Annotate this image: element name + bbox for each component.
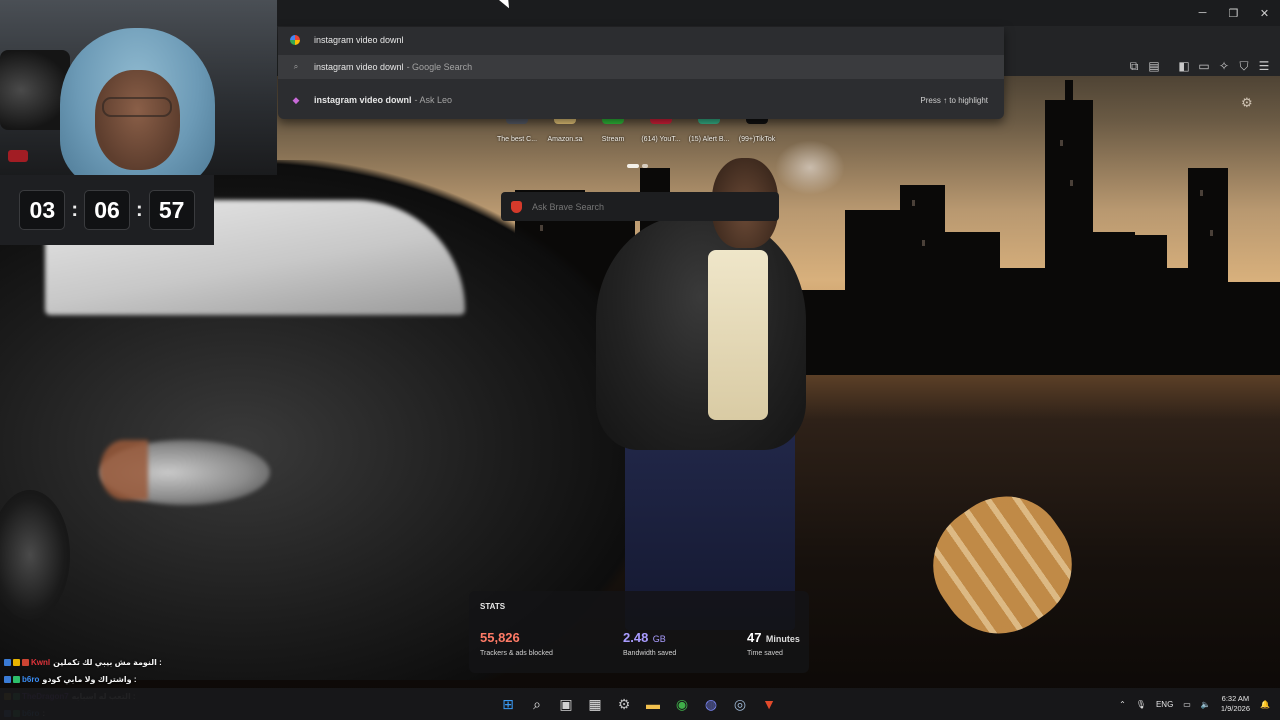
vpn-shield-icon[interactable]: ⛉ <box>1236 58 1252 74</box>
discord-icon[interactable]: ◍ <box>700 693 722 715</box>
timer-separator: : <box>71 198 78 221</box>
brave-lion-icon <box>511 200 522 213</box>
stat-trackers: 55,826 Trackers & ads blocked <box>480 629 553 657</box>
timer-hours: 03 <box>19 190 66 230</box>
microphone-icon[interactable]: 🎙 <box>1136 700 1146 709</box>
windows-taskbar: ⊞ ⌕ ▣ ▦ ⚙ ▬ ◉ ◍ ◎ ▼ ⌃ 🎙 ENG ▭ 🔈 6:32 AM 1/9/2026 … <box>0 688 1280 720</box>
menu-icon[interactable]: ☰ <box>1256 58 1272 74</box>
minimize-button[interactable]: ─ <box>1187 0 1218 26</box>
mic-accent <box>8 150 28 162</box>
suggestion-text: instagram video downl <box>314 62 404 72</box>
address-input[interactable] <box>314 35 914 45</box>
clock-time: 6:32 AM <box>1221 694 1250 703</box>
chat-author: b6ro <box>22 675 40 684</box>
window-controls: ─ ❐ ✕ <box>1187 0 1280 26</box>
chat-badge-icon <box>13 676 20 683</box>
task-view-icon[interactable]: ▣ <box>555 693 577 715</box>
webcam-feed <box>0 0 277 175</box>
stat-bandwidth-value: 2.48 <box>623 630 649 645</box>
timer-minutes: 06 <box>84 190 130 230</box>
brave-search-box[interactable] <box>501 192 779 221</box>
car-indicator-light <box>100 440 148 500</box>
chat-badge-icon <box>4 659 11 666</box>
top-sites-pager <box>627 164 648 168</box>
top-site-label: (99+)TikTok <box>738 136 776 143</box>
top-site-label: (15) Alert B... <box>688 136 730 143</box>
pager-dot[interactable] <box>642 164 648 168</box>
stat-trackers-value: 55,826 <box>480 630 520 645</box>
notification-bell-icon[interactable]: 🔔 <box>1260 700 1270 709</box>
sidebar-icon[interactable]: ◧ <box>1176 58 1192 74</box>
stat-bandwidth-label: Bandwidth saved <box>623 650 677 657</box>
stream-timer: 03 : 06 : 57 <box>0 175 214 245</box>
top-site-label: Amazon.sa <box>547 136 583 143</box>
file-explorer-icon[interactable]: ▬ <box>642 693 664 715</box>
windows-start-icon[interactable]: ⊞ <box>497 693 519 715</box>
settings-app-icon[interactable]: ⚙ <box>613 693 635 715</box>
chevron-up-icon[interactable]: ⌃ <box>1119 700 1126 709</box>
clock[interactable]: 6:32 AM 1/9/2026 <box>1221 694 1250 714</box>
chat-badge-icon <box>13 659 20 666</box>
search-input[interactable] <box>532 201 762 212</box>
stat-time: 47 Minutes Time saved <box>747 629 800 657</box>
top-site-label: Stream <box>601 136 625 143</box>
taskbar-apps: ⊞ ⌕ ▣ ▦ ⚙ ▬ ◉ ◍ ◎ ▼ <box>497 693 780 715</box>
omnibox-dropdown: ⌕ instagram video downl - Google Search … <box>278 27 1004 119</box>
clock-date: 1/9/2026 <box>1220 704 1251 713</box>
suggestion-google-search[interactable]: ⌕ instagram video downl - Google Search <box>278 55 1004 79</box>
google-icon <box>290 35 300 45</box>
suggestion-ask-leo[interactable]: ◆ instagram video downl - Ask Leo Press … <box>278 88 1004 112</box>
search-icon[interactable]: ⌕ <box>526 693 548 715</box>
network-icon[interactable]: ▭ <box>1183 700 1191 709</box>
stats-title: STATS <box>480 602 506 611</box>
chrome-icon[interactable]: ◉ <box>671 693 693 715</box>
omnibox[interactable] <box>278 27 1004 53</box>
restore-button[interactable]: ❐ <box>1218 0 1249 26</box>
toolbar-icons: ⧉ ▤ ◧ ▭ ✧ ⛉ ☰ <box>1126 58 1272 74</box>
chat-author: Kwnl <box>31 658 51 667</box>
top-site-label: (614) YouT... <box>641 136 681 143</box>
top-site-label: The best C... <box>496 136 538 143</box>
search-icon: ⌕ <box>293 62 299 71</box>
tab-icon[interactable]: ▭ <box>1196 58 1212 74</box>
timer-separator: : <box>136 198 143 221</box>
bread-illustration <box>909 473 1096 657</box>
store-icon[interactable]: ▦ <box>584 693 606 715</box>
chat-text: واشتراك ولا مابي كودو : <box>42 675 137 684</box>
figure-coat <box>596 215 806 450</box>
leo-icon: ◆ <box>292 94 300 105</box>
stat-time-label: Time saved <box>747 650 783 657</box>
close-button[interactable]: ✕ <box>1249 0 1280 26</box>
stat-bandwidth-unit: GB <box>652 634 666 644</box>
suggestion-source: - Google Search <box>406 62 473 72</box>
wallet-icon[interactable]: ▤ <box>1146 58 1162 74</box>
chat-badge-icon <box>4 676 11 683</box>
timer-seconds: 57 <box>148 190 195 230</box>
customize-gear-icon[interactable]: ⚙ <box>1241 95 1253 111</box>
chat-message: b6ro واشتراك ولا مابي كودو : <box>4 671 264 688</box>
brave-icon[interactable]: ▼ <box>758 693 780 715</box>
stat-time-unit: Minutes <box>765 634 800 644</box>
stats-widget: STATS 55,826 Trackers & ads blocked 2.48… <box>469 591 809 673</box>
stat-trackers-label: Trackers & ads blocked <box>480 650 553 657</box>
chat-badge-icon <box>22 659 29 666</box>
system-tray: ⌃ 🎙 ENG ▭ 🔈 6:32 AM 1/9/2026 🔔 <box>1119 688 1270 720</box>
steam-icon[interactable]: ◎ <box>729 693 751 715</box>
figure-shirt <box>708 250 768 420</box>
smoke-puff <box>775 140 845 195</box>
leo-ai-icon[interactable]: ✧ <box>1216 58 1232 74</box>
keyboard-hint: Press ↑ to highlight <box>920 95 988 105</box>
chat-message: Kwnl النومة مش بيبي لك تكملين : <box>4 654 264 671</box>
extensions-icon[interactable]: ⧉ <box>1126 58 1142 74</box>
pager-dot[interactable] <box>627 164 639 168</box>
language-indicator[interactable]: ENG <box>1156 700 1173 709</box>
suggestion-source: - Ask Leo <box>414 95 453 105</box>
streamer-glasses <box>102 97 172 117</box>
stat-time-value: 47 <box>747 630 762 645</box>
suggestion-text: instagram video downl <box>314 95 412 105</box>
streamer-face <box>95 70 180 170</box>
volume-icon[interactable]: 🔈 <box>1201 700 1211 709</box>
chat-text: النومة مش بيبي لك تكملين : <box>53 658 162 667</box>
stat-bandwidth: 2.48 GB Bandwidth saved <box>623 629 676 657</box>
